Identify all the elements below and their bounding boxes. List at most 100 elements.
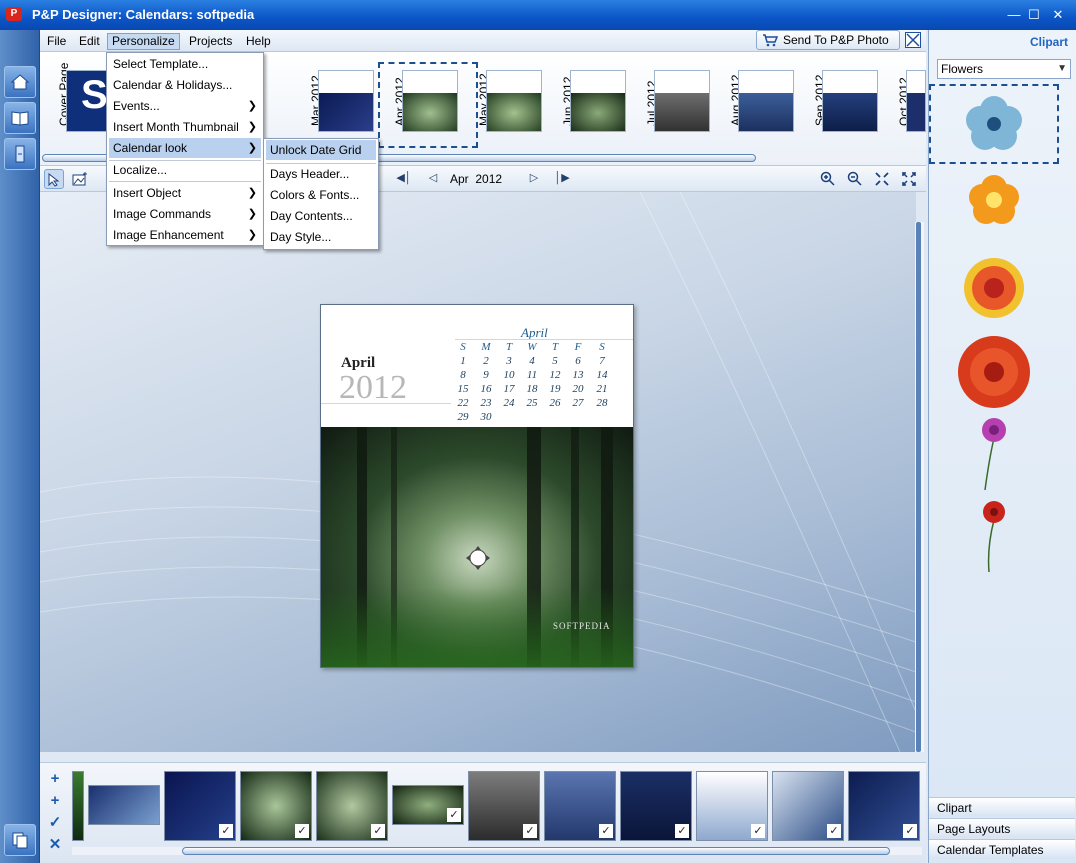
move-handle-icon[interactable] [465, 545, 491, 571]
clipart-item[interactable] [929, 410, 1059, 491]
day-cell[interactable]: 29 [453, 411, 473, 423]
day-cell[interactable]: 19 [545, 383, 565, 395]
day-cell[interactable]: 27 [568, 397, 588, 409]
tab-page-layouts[interactable]: Page Layouts [929, 818, 1075, 838]
tray-thumb[interactable]: ✓ [240, 771, 312, 841]
menu-localize[interactable]: Localize... [109, 160, 261, 180]
calendar-view-icon[interactable] [4, 138, 36, 170]
day-cell[interactable]: 14 [592, 369, 612, 381]
fit-width-icon[interactable] [899, 169, 919, 189]
thumb-apr[interactable]: Apr 2012 [378, 62, 478, 148]
day-cell[interactable]: 2 [476, 355, 496, 367]
menu-calendar-look[interactable]: Calendar look ❯ [109, 138, 261, 158]
day-cell[interactable]: 25 [522, 397, 542, 409]
minimize-icon[interactable]: — [1006, 8, 1022, 22]
send-to-photo-button[interactable]: Send To P&P Photo [756, 30, 900, 50]
day-cell[interactable]: 1 [453, 355, 473, 367]
close-project-icon[interactable] [905, 32, 921, 48]
tray-thumb[interactable]: ✓ [316, 771, 388, 841]
clipart-item[interactable] [929, 332, 1059, 412]
day-cell[interactable]: 3 [499, 355, 519, 367]
zoom-out-icon[interactable] [845, 169, 865, 189]
check-all-icon[interactable]: ✓ [47, 815, 63, 831]
menu-personalize[interactable]: Personalize [107, 33, 180, 50]
select-tool-icon[interactable] [44, 169, 64, 189]
add-image-icon[interactable]: + [47, 771, 63, 787]
day-cell[interactable]: 9 [476, 369, 496, 381]
day-cell[interactable]: 21 [592, 383, 612, 395]
zoom-in-icon[interactable] [818, 169, 838, 189]
menu-colors-fonts[interactable]: Colors & Fonts... [266, 185, 376, 205]
day-cell[interactable]: 26 [545, 397, 565, 409]
tray-thumb[interactable] [72, 771, 84, 841]
day-cell[interactable]: 13 [568, 369, 588, 381]
close-icon[interactable]: ✕ [1050, 8, 1066, 22]
add-image-icon[interactable] [70, 169, 90, 189]
menu-days-header[interactable]: Days Header... [266, 164, 376, 184]
tray-thumb[interactable]: ✓ [848, 771, 920, 841]
menu-insert-object[interactable]: Insert Object ❯ [109, 183, 261, 203]
home-icon[interactable] [4, 66, 36, 98]
menu-help[interactable]: Help [242, 33, 275, 50]
thumb-jun[interactable]: Jun 2012 [554, 70, 638, 140]
menu-insert-month-thumbnail[interactable]: Insert Month Thumbnail ❯ [109, 117, 261, 137]
day-cell[interactable]: 16 [476, 383, 496, 395]
day-cell[interactable]: 4 [522, 355, 542, 367]
fit-page-icon[interactable] [872, 169, 892, 189]
clipart-item[interactable] [929, 492, 1059, 573]
day-cell[interactable]: 18 [522, 383, 542, 395]
canvas-vertical-scrollbar[interactable] [915, 222, 924, 752]
thumb-mar[interactable]: Mar 2012 [302, 70, 386, 140]
clipart-category-select[interactable]: Flowers ▼ [937, 59, 1071, 79]
clipart-item[interactable] [929, 84, 1059, 164]
tray-thumb[interactable]: ✓ [164, 771, 236, 841]
day-cell[interactable]: 8 [453, 369, 473, 381]
thumb-sep[interactable]: Sep 2012 [806, 70, 890, 140]
clipart-item[interactable] [929, 248, 1059, 328]
last-page-icon[interactable]: │▶ [552, 169, 572, 189]
tab-clipart[interactable]: Clipart [929, 797, 1075, 817]
menu-image-commands[interactable]: Image Commands ❯ [109, 204, 261, 224]
remove-image-icon[interactable]: ✕ [47, 837, 63, 853]
tray-thumb[interactable]: ✓ [392, 785, 464, 825]
pages-icon[interactable] [4, 824, 36, 856]
menu-day-contents[interactable]: Day Contents... [266, 206, 376, 226]
thumb-aug[interactable]: Aug 2012 [722, 70, 806, 140]
day-cell[interactable]: 28 [592, 397, 612, 409]
thumb-may[interactable]: May 2012 [470, 70, 554, 140]
day-cell[interactable]: 30 [476, 411, 496, 423]
day-cell[interactable]: 6 [568, 355, 588, 367]
thumb-oct[interactable]: Oct 2012 [890, 70, 926, 140]
tray-thumb[interactable]: ✓ [620, 771, 692, 841]
day-cell[interactable]: 5 [545, 355, 565, 367]
day-cell[interactable]: 24 [499, 397, 519, 409]
menu-edit[interactable]: Edit [75, 33, 104, 50]
menu-events[interactable]: Events... ❯ [109, 96, 261, 116]
tray-scrollbar[interactable] [72, 847, 922, 855]
day-cell[interactable]: 15 [453, 383, 473, 395]
menu-calendar-holidays[interactable]: Calendar & Holidays... [109, 75, 261, 95]
day-cell[interactable]: 20 [568, 383, 588, 395]
menu-unlock-date-grid[interactable]: Unlock Date Grid [266, 140, 376, 160]
menu-select-template[interactable]: Select Template... [109, 54, 261, 74]
tray-thumb[interactable]: ✓ [772, 771, 844, 841]
menu-projects[interactable]: Projects [185, 33, 236, 50]
day-cell[interactable]: 22 [453, 397, 473, 409]
day-cell[interactable]: 17 [499, 383, 519, 395]
prev-page-icon[interactable]: ◁ [423, 169, 443, 189]
menu-file[interactable]: File [43, 33, 70, 50]
next-page-icon[interactable]: ▷ [524, 169, 544, 189]
menu-day-style[interactable]: Day Style... [266, 227, 376, 247]
tray-thumb[interactable]: ✓ [696, 771, 768, 841]
thumb-jul[interactable]: Jul 2012 [638, 70, 722, 140]
day-cell[interactable]: 10 [499, 369, 519, 381]
menu-image-enhancement[interactable]: Image Enhancement ❯ [109, 225, 261, 245]
tray-thumb[interactable]: ✓ [468, 771, 540, 841]
book-icon[interactable] [4, 102, 36, 134]
day-cell[interactable]: 23 [476, 397, 496, 409]
tab-calendar-templates[interactable]: Calendar Templates [929, 839, 1075, 859]
first-page-icon[interactable]: ◀│ [394, 169, 414, 189]
add-folder-icon[interactable]: + [47, 793, 63, 809]
clipart-item[interactable] [929, 168, 1059, 248]
month-photo[interactable]: SOFTPEDIA [321, 427, 633, 667]
